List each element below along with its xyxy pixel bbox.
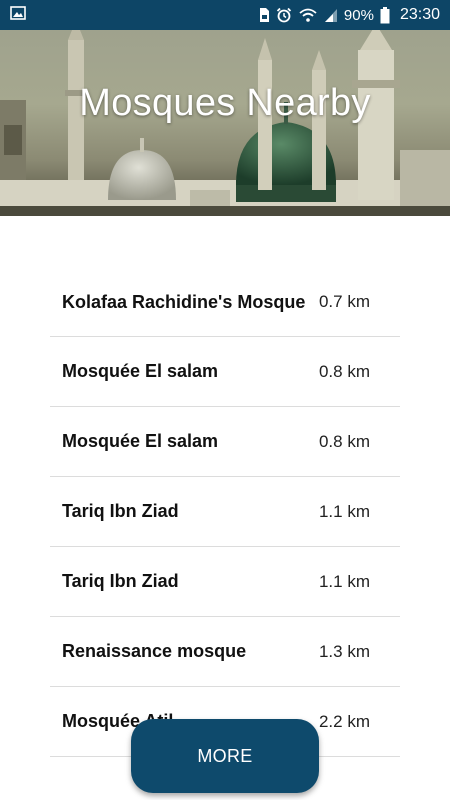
- battery-icon: [380, 6, 390, 24]
- mosque-name: Mosquée El salam: [62, 431, 219, 451]
- mosque-distance: 0.8 km: [318, 361, 370, 381]
- image-icon: [10, 6, 26, 24]
- mosque-name: Tariq Ibn Ziad: [62, 501, 179, 521]
- mosque-name: Kolafaa Rachidine's Mosque: [62, 291, 306, 312]
- mosque-distance: 0.7 km: [318, 292, 370, 311]
- mosque-distance: 1.1 km: [318, 571, 370, 591]
- mosque-name: Renaissance mosque: [62, 641, 247, 661]
- list-item[interactable]: Kolafaa Rachidine's Mosque 0.7 km: [50, 268, 400, 337]
- list-item[interactable]: Tariq Ibn Ziad 1.1 km: [50, 477, 400, 547]
- list-item[interactable]: Mosquée El salam 0.8 km: [50, 407, 400, 477]
- more-button[interactable]: MORE: [131, 719, 319, 793]
- list-item[interactable]: Mosquée El salam 0.8 km: [50, 337, 400, 407]
- status-time: 23:30: [399, 6, 440, 23]
- battery-percent: 90%: [343, 6, 374, 24]
- list-item[interactable]: Tariq Ibn Ziad 1.1 km: [50, 547, 400, 617]
- page-title: Mosques Nearby: [79, 82, 371, 124]
- more-button-label: MORE: [197, 745, 253, 766]
- sim-icon: [258, 7, 270, 23]
- mosque-distance: 0.8 km: [318, 431, 370, 451]
- mosque-list[interactable]: Kolafaa Rachidine's Mosque 0.7 km Mosqué…: [50, 268, 400, 757]
- mosque-name: Tariq Ibn Ziad: [62, 571, 179, 591]
- header-banner: Mosques Nearby: [0, 30, 450, 216]
- list-item[interactable]: Renaissance mosque 1.3 km: [50, 617, 400, 687]
- mosque-distance: 2.2 km: [318, 711, 370, 731]
- wifi-icon: [298, 7, 318, 23]
- alarm-icon: [276, 7, 292, 23]
- signal-icon: [324, 8, 338, 23]
- mosque-distance: 1.3 km: [318, 641, 370, 661]
- mosque-distance: 1.1 km: [318, 501, 370, 521]
- mosque-name: Mosquée El salam: [62, 361, 219, 381]
- status-bar: 90% 23:30: [0, 0, 450, 30]
